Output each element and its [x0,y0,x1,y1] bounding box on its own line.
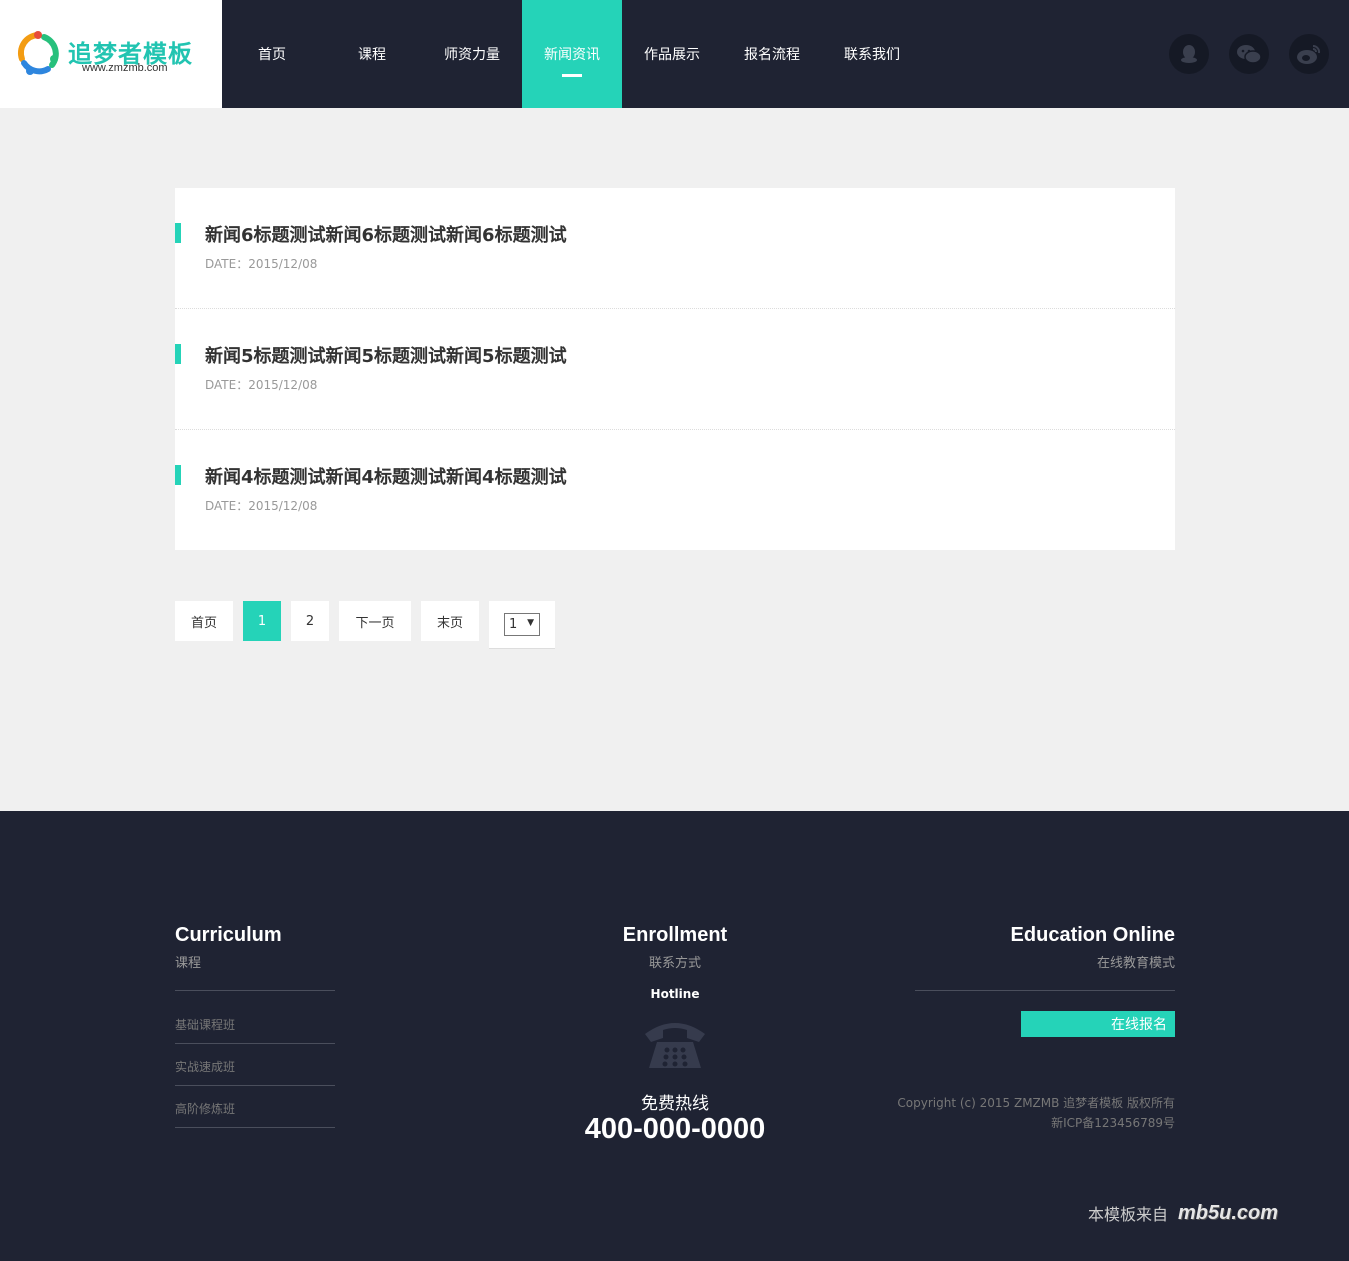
divider [175,1043,335,1044]
logo[interactable]: 追梦者模板 www.zmzmb.com [0,0,222,108]
curriculum-heading: Curriculum [175,924,282,946]
copyright-text: Copyright (c) 2015 ZMZMB 追梦者模板 版权所有 [897,1096,1175,1110]
pager-select-container: 1 ▼ [489,601,555,649]
weibo-icon [1297,44,1321,64]
pager-next[interactable]: 下一页 [339,601,411,641]
news-title[interactable]: 新闻5标题测试新闻5标题测试新闻5标题测试 [205,342,567,368]
logo-mark-icon [17,31,59,75]
nav-item-news[interactable]: 新闻资讯 [522,0,622,108]
enrollment-sub: 联系方式 [648,956,701,971]
icp-text: 新ICP备123456789号 [1051,1116,1175,1130]
pager-first[interactable]: 首页 [175,601,233,641]
curriculum-sub: 课程 [175,956,202,971]
pager-page-1[interactable]: 1 [243,601,281,641]
credit-text: 本模板来自 [1088,1205,1169,1224]
main-nav: 首页 课程 师资力量 新闻资讯 作品展示 报名流程 联系我们 [222,0,922,108]
qq-button[interactable] [1169,34,1209,74]
news-date: DATE：2015/12/08 [205,257,318,271]
qq-icon [1181,45,1197,63]
template-credit[interactable]: 本模板来自 mb5u.com [1088,1201,1278,1225]
news-date: DATE：2015/12/08 [205,499,318,513]
weibo-button[interactable] [1289,34,1329,74]
news-item[interactable]: 新闻6标题测试新闻6标题测试新闻6标题测试 DATE：2015/12/08 [175,188,1175,309]
news-title[interactable]: 新闻6标题测试新闻6标题测试新闻6标题测试 [205,221,567,247]
curriculum-link-basic[interactable]: 基础课程班 [175,1016,335,1033]
divider [175,1085,335,1086]
curriculum-link-advanced[interactable]: 高阶修炼班 [175,1100,335,1117]
nav-item-home[interactable]: 首页 [222,0,322,108]
nav-item-contact[interactable]: 联系我们 [822,0,922,108]
chevron-down-icon: ▼ [527,618,534,628]
online-enroll-button[interactable]: 在线报名 [1021,1011,1175,1037]
pager-last[interactable]: 末页 [421,601,479,641]
logo-url: www.zmzmb.com [82,62,168,74]
site-header: 追梦者模板 www.zmzmb.com 首页 课程 师资力量 新闻资讯 作品展示… [0,0,1349,108]
news-accent-bar [175,223,181,243]
news-date: DATE：2015/12/08 [205,378,318,392]
online-heading: Education Online [1010,924,1175,946]
hotline-label: Hotline [650,987,700,1001]
divider [175,990,335,991]
enrollment-heading: Enrollment [622,924,728,946]
wechat-button[interactable] [1229,34,1269,74]
news-item[interactable]: 新闻5标题测试新闻5标题测试新闻5标题测试 DATE：2015/12/08 [175,309,1175,430]
news-title[interactable]: 新闻4标题测试新闻4标题测试新闻4标题测试 [205,463,567,489]
page-select-value: 1 [509,617,518,632]
wechat-icon [1237,45,1262,64]
mb5u-logo: mb5u.com [1178,1201,1279,1224]
free-hotline-label: 免费热线 [641,1094,709,1114]
news-accent-bar [175,344,181,364]
nav-item-enroll-process[interactable]: 报名流程 [722,0,822,108]
telephone-icon [645,1023,705,1068]
news-list: 新闻6标题测试新闻6标题测试新闻6标题测试 DATE：2015/12/08 新闻… [175,188,1175,550]
divider [915,990,1175,991]
news-item[interactable]: 新闻4标题测试新闻4标题测试新闻4标题测试 DATE：2015/12/08 [175,430,1175,550]
pager-page-2[interactable]: 2 [291,601,329,641]
divider [175,1127,335,1128]
nav-item-works[interactable]: 作品展示 [622,0,722,108]
nav-item-teachers[interactable]: 师资力量 [422,0,522,108]
nav-item-courses[interactable]: 课程 [322,0,422,108]
news-accent-bar [175,465,181,485]
online-sub: 在线教育模式 [1096,956,1175,971]
hotline-number: 400-000-0000 [584,1113,766,1145]
page-select[interactable]: 1 ▼ [504,613,540,636]
curriculum-link-fast[interactable]: 实战速成班 [175,1058,335,1075]
site-footer: Curriculum 课程 基础课程班 实战速成班 高阶修炼班 Enrollme… [0,811,1349,1261]
